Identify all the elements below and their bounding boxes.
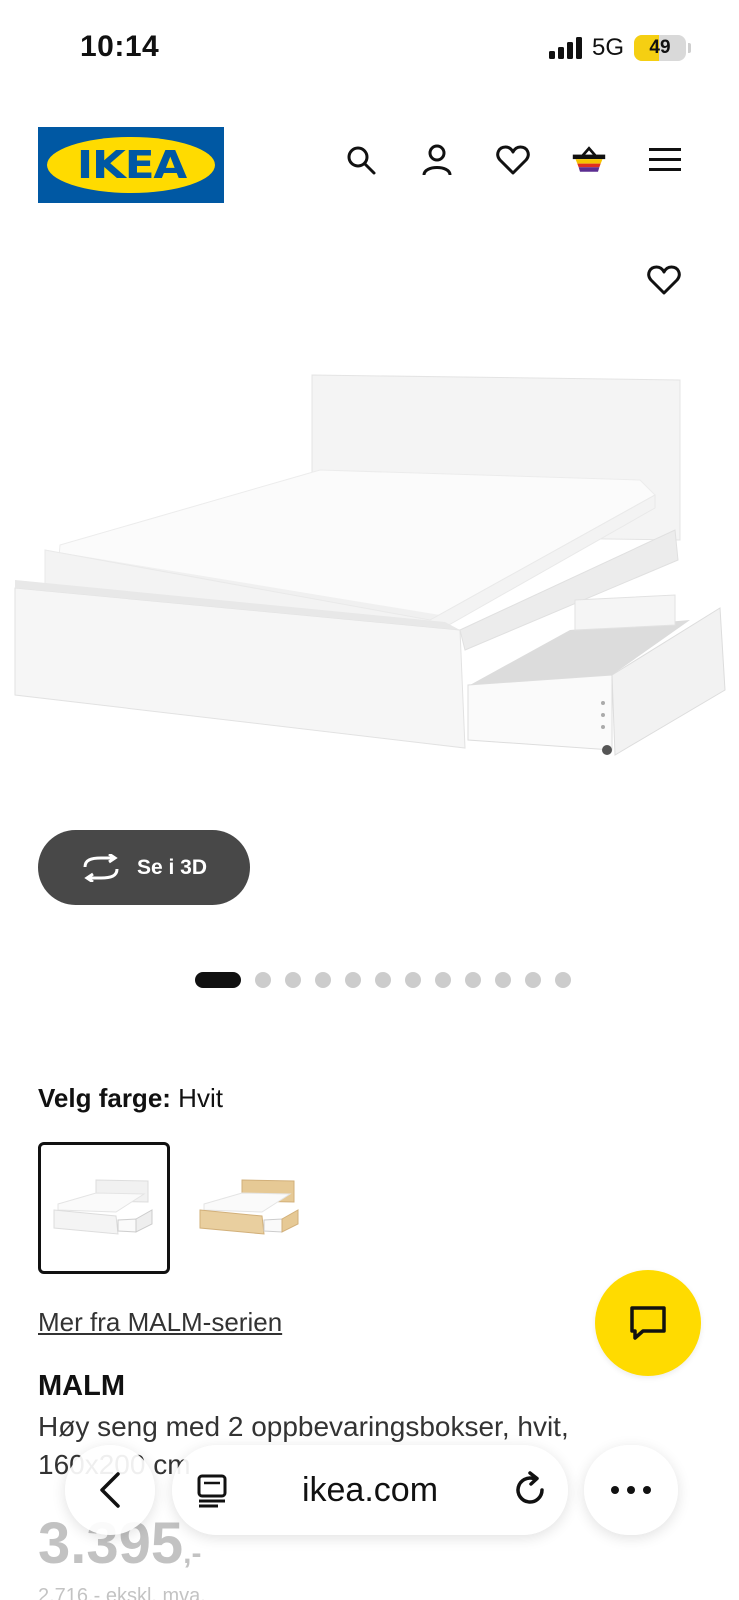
chevron-left-icon [100, 1472, 120, 1508]
network-type: 5G [591, 34, 624, 61]
pager-dot[interactable] [555, 972, 571, 988]
pager-dot[interactable] [345, 972, 361, 988]
battery-icon: 49 [634, 35, 686, 61]
site-header: IKEA [0, 120, 739, 210]
view-3d-button[interactable]: Se i 3D [38, 830, 250, 905]
product-image[interactable] [0, 330, 739, 810]
color-selector-label: Velg farge: Hvit [38, 1083, 223, 1114]
chat-icon [630, 1306, 666, 1340]
shopping-basket-icon[interactable] [571, 142, 607, 178]
pager-dot[interactable] [375, 972, 391, 988]
pager-dot[interactable] [405, 972, 421, 988]
menu-icon[interactable] [647, 142, 683, 178]
logo-text: IKEA [76, 143, 186, 187]
more-dot [643, 1486, 651, 1494]
color-swatch-oak[interactable] [184, 1142, 316, 1274]
product-favourite-button[interactable] [644, 260, 684, 300]
view-3d-label: Se i 3D [136, 855, 208, 879]
color-selected-value: Hvit [178, 1083, 223, 1113]
browser-back-button[interactable] [65, 1445, 155, 1535]
color-label-title: Velg farge: [38, 1083, 171, 1113]
image-pager[interactable] [195, 972, 571, 988]
status-time: 10:14 [80, 30, 160, 63]
pager-dot[interactable] [465, 972, 481, 988]
status-indicators: 5G 49 [548, 34, 691, 62]
product-name: MALM [38, 1370, 125, 1402]
rotate-3d-icon [83, 853, 119, 882]
pager-dot[interactable] [495, 972, 511, 988]
pager-dot[interactable] [315, 972, 331, 988]
browser-url: ikea.com [301, 1471, 439, 1509]
tab-overview-icon [197, 1474, 227, 1508]
account-icon[interactable] [419, 142, 455, 178]
heart-icon[interactable] [495, 142, 531, 178]
browser-toolbar: ikea.com [0, 1430, 739, 1550]
browser-address-bar[interactable]: ikea.com [172, 1445, 568, 1535]
series-link[interactable]: Mer fra MALM-serien [38, 1307, 282, 1338]
header-actions [343, 142, 683, 178]
white-bed-thumbnail [53, 1179, 153, 1235]
price-excl-vat: 2.716,- ekskl. mva. [38, 1585, 206, 1600]
pager-dot[interactable] [525, 972, 541, 988]
pager-dot[interactable] [285, 972, 301, 988]
signal-icon [548, 37, 582, 59]
heart-icon [647, 265, 681, 295]
pager-dot[interactable] [195, 972, 241, 988]
browser-more-button[interactable] [584, 1445, 678, 1535]
pager-dot[interactable] [255, 972, 271, 988]
pager-dot[interactable] [435, 972, 451, 988]
more-dot [611, 1486, 619, 1494]
more-dot [627, 1486, 635, 1494]
logo-oval: IKEA [47, 137, 215, 193]
status-bar: 10:14 5G 49 [0, 0, 739, 90]
search-icon[interactable] [343, 142, 379, 178]
chat-button[interactable] [595, 1270, 701, 1376]
battery-percent: 49 [649, 37, 671, 58]
oak-bed-thumbnail [199, 1179, 299, 1235]
battery-tip [688, 43, 691, 53]
color-swatch-white[interactable] [38, 1142, 170, 1274]
ikea-logo[interactable]: IKEA [38, 127, 224, 203]
reload-icon[interactable] [510, 1470, 550, 1510]
